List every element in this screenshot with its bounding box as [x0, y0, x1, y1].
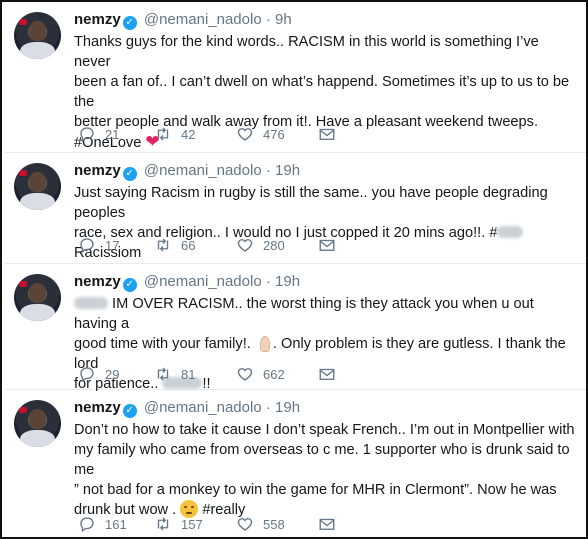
- retweet-count: 42: [181, 126, 196, 142]
- retweet-button[interactable]: 42: [154, 124, 195, 144]
- avatar[interactable]: [14, 12, 61, 59]
- retweet-icon: [157, 517, 169, 531]
- tweet-header: nemzy ✓ @nemani_nadolo · 19h: [74, 272, 578, 292]
- tweet-text-line: Just saying Racism in rugby is still the…: [74, 185, 548, 221]
- avatar[interactable]: [14, 163, 61, 210]
- reply-count: 161: [105, 516, 127, 532]
- tweet-text-line: my family who came from overseas to c me…: [74, 442, 570, 478]
- display-name[interactable]: nemzy: [74, 162, 121, 179]
- like-count: 476: [263, 126, 285, 142]
- reply-icon: [80, 127, 94, 143]
- verified-badge-icon: ✓: [122, 278, 137, 292]
- retweet-button[interactable]: 157: [154, 514, 203, 534]
- display-name[interactable]: nemzy: [74, 11, 121, 28]
- reply-button[interactable]: 17: [78, 235, 119, 255]
- tweet-list: nemzy ✓ @nemani_nadolo · 9h Thanks guys f…: [0, 0, 588, 539]
- tweet-text-segment: good time with your family!.: [74, 336, 255, 352]
- reply-icon: [80, 238, 94, 254]
- heart-icon: [237, 239, 253, 252]
- tweet-card[interactable]: nemzy ✓ @nemani_nadolo · 19h IM OVER RACI…: [4, 264, 586, 392]
- reply-count: 29: [105, 366, 120, 382]
- tweet-body: nemzy ✓ @nemani_nadolo · 19h Don’t no how…: [74, 398, 578, 520]
- handle[interactable]: @nemani_nadolo: [144, 399, 262, 416]
- tweet-text-segment: IM OVER RACISM.. the worst thing is they…: [74, 296, 534, 332]
- reply-count: 17: [105, 237, 120, 253]
- envelope-icon: [319, 368, 335, 380]
- tweet-text-segment: race, sex and religion.. I would no I ju…: [74, 225, 498, 241]
- separator-dot: ·: [265, 399, 271, 416]
- tweet-card[interactable]: nemzy ✓ @nemani_nadolo · 19h Don’t no how…: [4, 390, 586, 537]
- reply-icon: [80, 517, 94, 533]
- team-logo-icon: [19, 281, 27, 287]
- like-button[interactable]: 558: [236, 514, 285, 534]
- handle[interactable]: @nemani_nadolo: [144, 11, 262, 28]
- retweet-button[interactable]: 66: [154, 235, 195, 255]
- censored-word: [497, 226, 524, 238]
- handle[interactable]: @nemani_nadolo: [144, 162, 262, 179]
- tweet-header: nemzy ✓ @nemani_nadolo · 9h: [74, 10, 578, 30]
- separator-dot: ·: [265, 162, 271, 179]
- reply-button[interactable]: 29: [78, 364, 119, 384]
- like-count: 662: [263, 366, 285, 382]
- retweet-count: 81: [181, 366, 196, 382]
- team-logo-icon: [19, 407, 27, 413]
- heart-icon: [237, 128, 253, 141]
- verified-badge-icon: ✓: [122, 16, 137, 30]
- timestamp[interactable]: 19h: [275, 162, 300, 179]
- like-button[interactable]: 280: [236, 235, 285, 255]
- censored-word: [74, 297, 108, 309]
- avatar[interactable]: [14, 274, 61, 321]
- tweet-header: nemzy ✓ @nemani_nadolo · 19h: [74, 161, 578, 181]
- direct-message-button[interactable]: [318, 235, 345, 255]
- praying-hands-emoji: [255, 334, 273, 352]
- like-button[interactable]: 476: [236, 124, 285, 144]
- tweet-text-line: been a fan of.. I can’t dwell on what’s …: [74, 74, 570, 110]
- like-count: 280: [263, 237, 285, 253]
- direct-message-button[interactable]: [318, 124, 345, 144]
- separator-dot: ·: [265, 11, 271, 28]
- like-count: 558: [263, 516, 285, 532]
- timestamp[interactable]: 19h: [275, 273, 300, 290]
- team-logo-icon: [19, 19, 27, 25]
- separator-dot: ·: [265, 273, 271, 290]
- team-logo-icon: [19, 170, 27, 176]
- reply-button[interactable]: 161: [78, 514, 127, 534]
- timestamp[interactable]: 19h: [275, 399, 300, 416]
- reply-count: 21: [105, 126, 120, 142]
- reply-button[interactable]: 21: [78, 124, 119, 144]
- tweet-card[interactable]: nemzy ✓ @nemani_nadolo · 19h Just saying …: [4, 153, 586, 264]
- tweet-text-line: ” not bad for a monkey to win the game f…: [74, 482, 557, 498]
- direct-message-button[interactable]: [318, 364, 345, 384]
- verified-badge-icon: ✓: [122, 404, 137, 418]
- heart-icon: [237, 518, 253, 531]
- envelope-icon: [319, 518, 335, 530]
- display-name[interactable]: nemzy: [74, 273, 121, 290]
- retweet-icon: [157, 238, 169, 252]
- retweet-button[interactable]: 81: [154, 364, 195, 384]
- retweet-icon: [157, 367, 169, 381]
- verified-badge-icon: ✓: [122, 167, 137, 181]
- timestamp[interactable]: 9h: [275, 11, 292, 28]
- like-button[interactable]: 662: [236, 364, 285, 384]
- tweet-card[interactable]: nemzy ✓ @nemani_nadolo · 9h Thanks guys f…: [4, 2, 586, 153]
- avatar[interactable]: [14, 400, 61, 447]
- retweet-icon: [157, 127, 169, 141]
- retweet-count: 66: [181, 237, 196, 253]
- tweet-text-line: Thanks guys for the kind words.. RACISM …: [74, 34, 539, 70]
- handle[interactable]: @nemani_nadolo: [144, 273, 262, 290]
- tweet-text: Don’t no how to take it cause I don’t sp…: [74, 420, 578, 520]
- reply-icon: [80, 367, 94, 383]
- envelope-icon: [319, 128, 335, 140]
- heart-icon: [237, 368, 253, 381]
- direct-message-button[interactable]: [318, 514, 345, 534]
- retweet-count: 157: [181, 516, 203, 532]
- tweet-header: nemzy ✓ @nemani_nadolo · 19h: [74, 398, 578, 418]
- tweet-text-line: Don’t no how to take it cause I don’t sp…: [74, 422, 575, 438]
- display-name[interactable]: nemzy: [74, 399, 121, 416]
- envelope-icon: [319, 239, 335, 251]
